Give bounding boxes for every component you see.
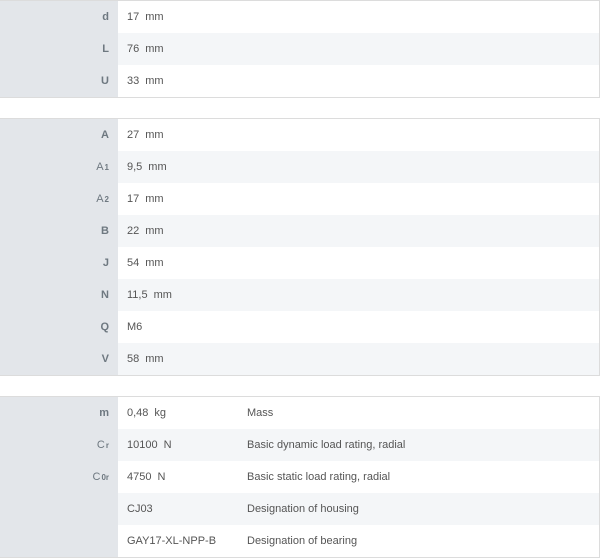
param-value: M6: [127, 321, 143, 333]
param-description: Mass: [247, 407, 274, 419]
param-description: Designation of housing: [247, 503, 359, 515]
param-value: 27 mm: [127, 129, 164, 141]
param-label: U: [0, 65, 118, 97]
param-value: 17 mm: [127, 11, 164, 23]
param-value: 22 mm: [127, 225, 164, 237]
table-row: Cr 10100 N Basic dynamic load rating, rad…: [0, 429, 599, 461]
table-row: L 76 mm: [0, 33, 599, 65]
table-row: J 54 mm: [0, 247, 599, 279]
param-value: 9,5 mm: [127, 161, 167, 173]
param-value: 10100 N: [127, 439, 172, 451]
table-row: CJ03 Designation of housing: [0, 493, 599, 525]
dimensions-table-1: d 17 mm L 76 mm U 33 mm: [0, 0, 600, 98]
table-row: m 0,48 kg Mass: [0, 397, 599, 429]
table-row: C 0r 4750 N Basic static load rating, radi…: [0, 461, 599, 493]
param-value: GAY17-XL-NPP-B: [127, 535, 217, 547]
table-row: B 22 mm: [0, 215, 599, 247]
table-row: Q M6: [0, 311, 599, 343]
param-label: L: [0, 33, 118, 65]
table-row: U 33 mm: [0, 65, 599, 97]
table-row: V 58 mm: [0, 343, 599, 375]
param-label: A2: [0, 183, 118, 215]
param-label: Q: [0, 311, 118, 343]
param-label: V: [0, 343, 118, 375]
table-row: A1 9,5 mm: [0, 151, 599, 183]
param-value: CJ03: [127, 503, 153, 515]
dimensions-table-2: A 27 mm A1 9,5 mm A2 17 mm B 22 mm J 54 mm N …: [0, 118, 600, 376]
param-value: 0,48 kg: [127, 407, 167, 419]
table-row: A2 17 mm: [0, 183, 599, 215]
param-label: d: [0, 1, 118, 33]
table-row: GAY17-XL-NPP-B Designation of bearing: [0, 525, 599, 557]
param-label: m: [0, 397, 118, 429]
param-value: 54 mm: [127, 257, 164, 269]
param-label: Cr: [0, 429, 118, 461]
param-description: Designation of bearing: [247, 535, 358, 547]
param-label: A1: [0, 151, 118, 183]
param-label: A: [0, 119, 118, 151]
param-value: 33 mm: [127, 75, 164, 87]
param-description: Basic static load rating, radial: [247, 471, 391, 483]
param-label: C 0r: [0, 461, 118, 493]
ratings-table: m 0,48 kg Mass Cr 10100 N Basic dynamic lo…: [0, 396, 600, 558]
param-label: N: [0, 279, 118, 311]
param-value: 58 mm: [127, 353, 164, 365]
param-label: B: [0, 215, 118, 247]
param-description: Basic dynamic load rating, radial: [247, 439, 406, 451]
param-label: J: [0, 247, 118, 279]
param-value: 17 mm: [127, 193, 164, 205]
table-row: d 17 mm: [0, 1, 599, 33]
table-row: A 27 mm: [0, 119, 599, 151]
param-value: 11,5 mm: [127, 289, 172, 301]
param-label: [0, 493, 118, 525]
table-row: N 11,5 mm: [0, 279, 599, 311]
param-label: [0, 525, 118, 557]
param-value: 76 mm: [127, 43, 164, 55]
param-value: 4750 N: [127, 471, 166, 483]
